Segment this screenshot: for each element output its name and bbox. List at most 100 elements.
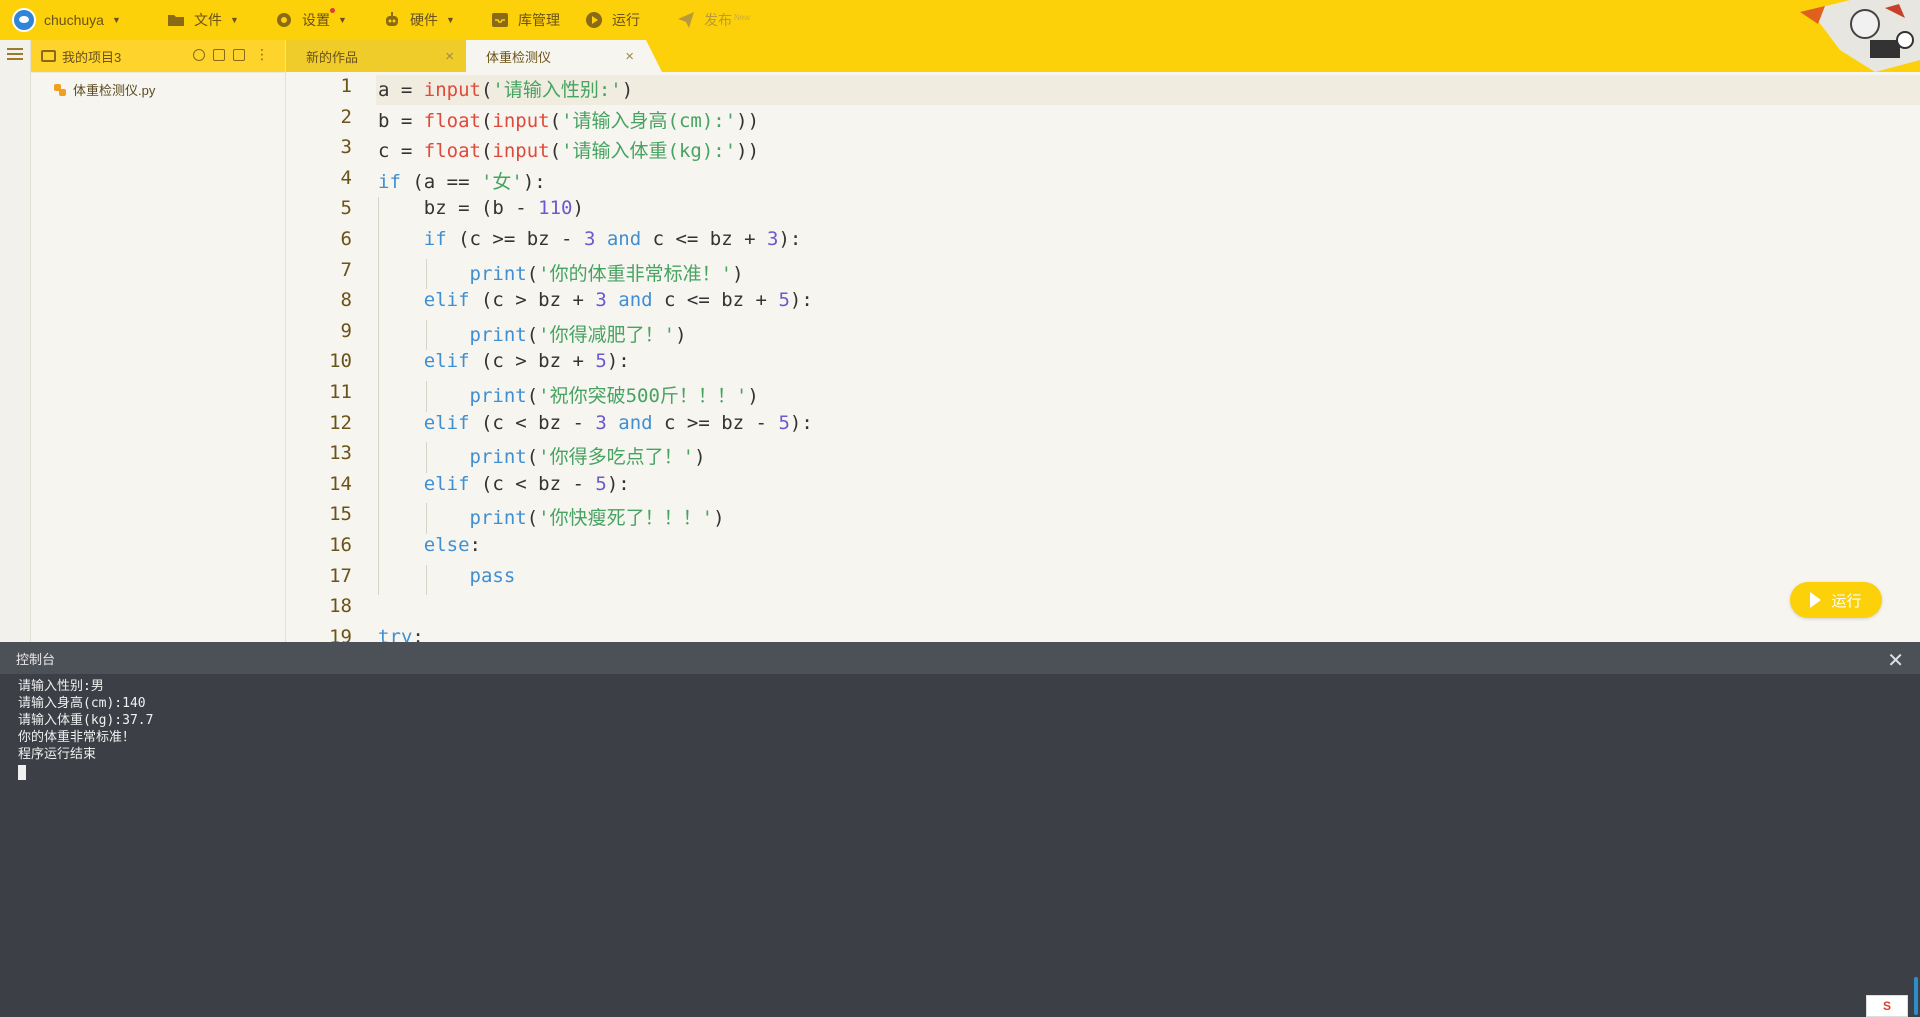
console-line: 程序运行结束 [18, 747, 97, 762]
code-line[interactable]: if (a == '女'): [378, 167, 546, 194]
line-number: 12 [329, 411, 352, 434]
code-token: input [492, 109, 550, 132]
file-name: 体重检测仪.py [73, 83, 156, 98]
code-line[interactable]: if (c >= bz - 3 and c <= bz + 3): [378, 228, 802, 250]
code-token: '你快瘦死了！！！' [538, 507, 714, 530]
code-token: 5 [778, 289, 790, 312]
menu-run[interactable]: 运行 [584, 0, 640, 40]
code-token: float [423, 109, 481, 132]
line-number: 9 [340, 319, 352, 342]
sidebar-toggle-icon[interactable] [7, 48, 23, 62]
code-line[interactable]: elif (c > bz + 5): [378, 350, 630, 372]
mascot-illustration [1780, 0, 1920, 72]
code-line[interactable]: print('你得多吃点了！') [378, 442, 706, 469]
code-token: and [618, 411, 653, 434]
new-folder-icon[interactable] [213, 49, 225, 61]
menu-hardware-label: 硬件 [410, 12, 438, 28]
code-line[interactable]: pass [378, 564, 516, 587]
line-number: 13 [329, 442, 352, 465]
code-token: '你的体重非常标准！' [538, 262, 733, 285]
code-token: (c < bz - [469, 472, 596, 495]
code-token: c <= bz + [652, 289, 779, 312]
menu-hardware[interactable]: 硬件 ▼ [382, 0, 455, 40]
new-file-icon[interactable] [193, 49, 205, 61]
code-line[interactable]: print('你的体重非常标准！') [378, 259, 744, 286]
tab-new-work[interactable]: 新的作品 × [286, 40, 466, 72]
code-token: 3 [767, 228, 779, 250]
code-editor[interactable]: 1 2 3 4 5 6 7 8 9 10 11 12 13 14 15 16 17 18 19 a = input(… [286, 72, 1920, 642]
menu-library[interactable]: 库管理 [490, 0, 560, 40]
console-header: 控制台 ✕ [0, 642, 1920, 674]
code-line[interactable]: print('你得减肥了！') [378, 320, 687, 347]
explorer-header: 我的项目3 ⋮ [31, 40, 285, 73]
code-line[interactable]: elif (c < bz - 5): [378, 473, 630, 495]
chevron-down-icon: ▼ [230, 15, 239, 25]
code-token: print [469, 507, 527, 530]
code-token: print [469, 262, 527, 285]
code-token: pass [469, 564, 516, 587]
code-line[interactable]: c = float(input('请输入体重(kg):')) [378, 136, 759, 163]
code-token: ( [526, 385, 539, 407]
scrollbar[interactable] [1914, 977, 1918, 1015]
console-line: 你的体重非常标准！ [18, 730, 136, 745]
console-title: 控制台 [16, 651, 56, 667]
code-line[interactable]: elif (c < bz - 3 and c >= bz - 5): [378, 412, 813, 434]
menu-settings-label: 设置 [302, 12, 330, 28]
user-menu[interactable]: chuchuya ▼ [12, 0, 121, 40]
python-file-icon [53, 83, 67, 97]
code-token: 5 [595, 350, 607, 373]
file-item[interactable]: 体重检测仪.py [53, 80, 155, 99]
code-line[interactable]: elif (c > bz + 3 and c <= bz + 5): [378, 289, 813, 311]
code-token: a = [378, 79, 424, 101]
line-number: 19 [329, 625, 352, 642]
code-token: b = [378, 109, 424, 132]
code-token: )) [736, 140, 760, 163]
run-button[interactable]: 运行 [1790, 582, 1882, 618]
console-output[interactable]: 请输入性别:男 请输入身高(cm):140 请输入体重(kg):37.7 你的体… [0, 674, 1920, 785]
code-token: ( [549, 109, 562, 132]
code-token: elif [423, 472, 470, 495]
console-line: 请输入体重(kg):37.7 [18, 713, 154, 728]
code-token: and [606, 228, 642, 250]
code-line[interactable]: print('你快瘦死了！！！') [378, 503, 725, 530]
tab-label: 新的作品 [306, 49, 359, 65]
code-token: c = [378, 140, 424, 163]
upload-icon[interactable] [233, 49, 245, 61]
more-icon[interactable]: ⋮ [255, 46, 269, 63]
code-token: and [618, 289, 653, 312]
menu-settings[interactable]: 设置 ▼ [274, 0, 347, 40]
console-line: 请输入身高(cm):140 [18, 696, 146, 711]
menu-file[interactable]: 文件 ▼ [166, 0, 239, 40]
menu-publish[interactable]: 发布 New [676, 0, 750, 40]
code-token: : [412, 625, 424, 642]
code-token: '女' [480, 170, 523, 193]
code-line[interactable]: b = float(input('请输入身高(cm):')) [378, 106, 759, 133]
code-token: ( [526, 446, 539, 469]
tab-weight-detector[interactable]: 体重检测仪 × [466, 40, 662, 72]
code-line[interactable]: try: [378, 626, 424, 642]
inbox-icon [490, 10, 510, 30]
code-token: (a == [400, 170, 481, 193]
project-icon [41, 50, 56, 62]
code-token: )) [736, 109, 760, 132]
code-line[interactable]: bz = (b - 110) [378, 197, 584, 219]
close-icon[interactable]: ✕ [1887, 648, 1904, 673]
code-token: print [469, 385, 527, 407]
code-token: (c > bz + [469, 350, 596, 373]
code-line[interactable]: a = input('请输入性别:') [378, 75, 633, 102]
notification-dot [330, 8, 335, 13]
code-token: ) [747, 385, 759, 407]
line-number: 5 [340, 197, 352, 220]
code-line[interactable]: print('祝你突破500斤！！！') [378, 381, 759, 408]
close-icon[interactable]: × [625, 48, 634, 65]
s-logo-icon: S [1866, 995, 1908, 1017]
close-icon[interactable]: × [445, 48, 454, 65]
indent-guide [426, 564, 427, 596]
code-line[interactable]: else: [378, 534, 481, 556]
terminal-cursor [18, 765, 26, 780]
